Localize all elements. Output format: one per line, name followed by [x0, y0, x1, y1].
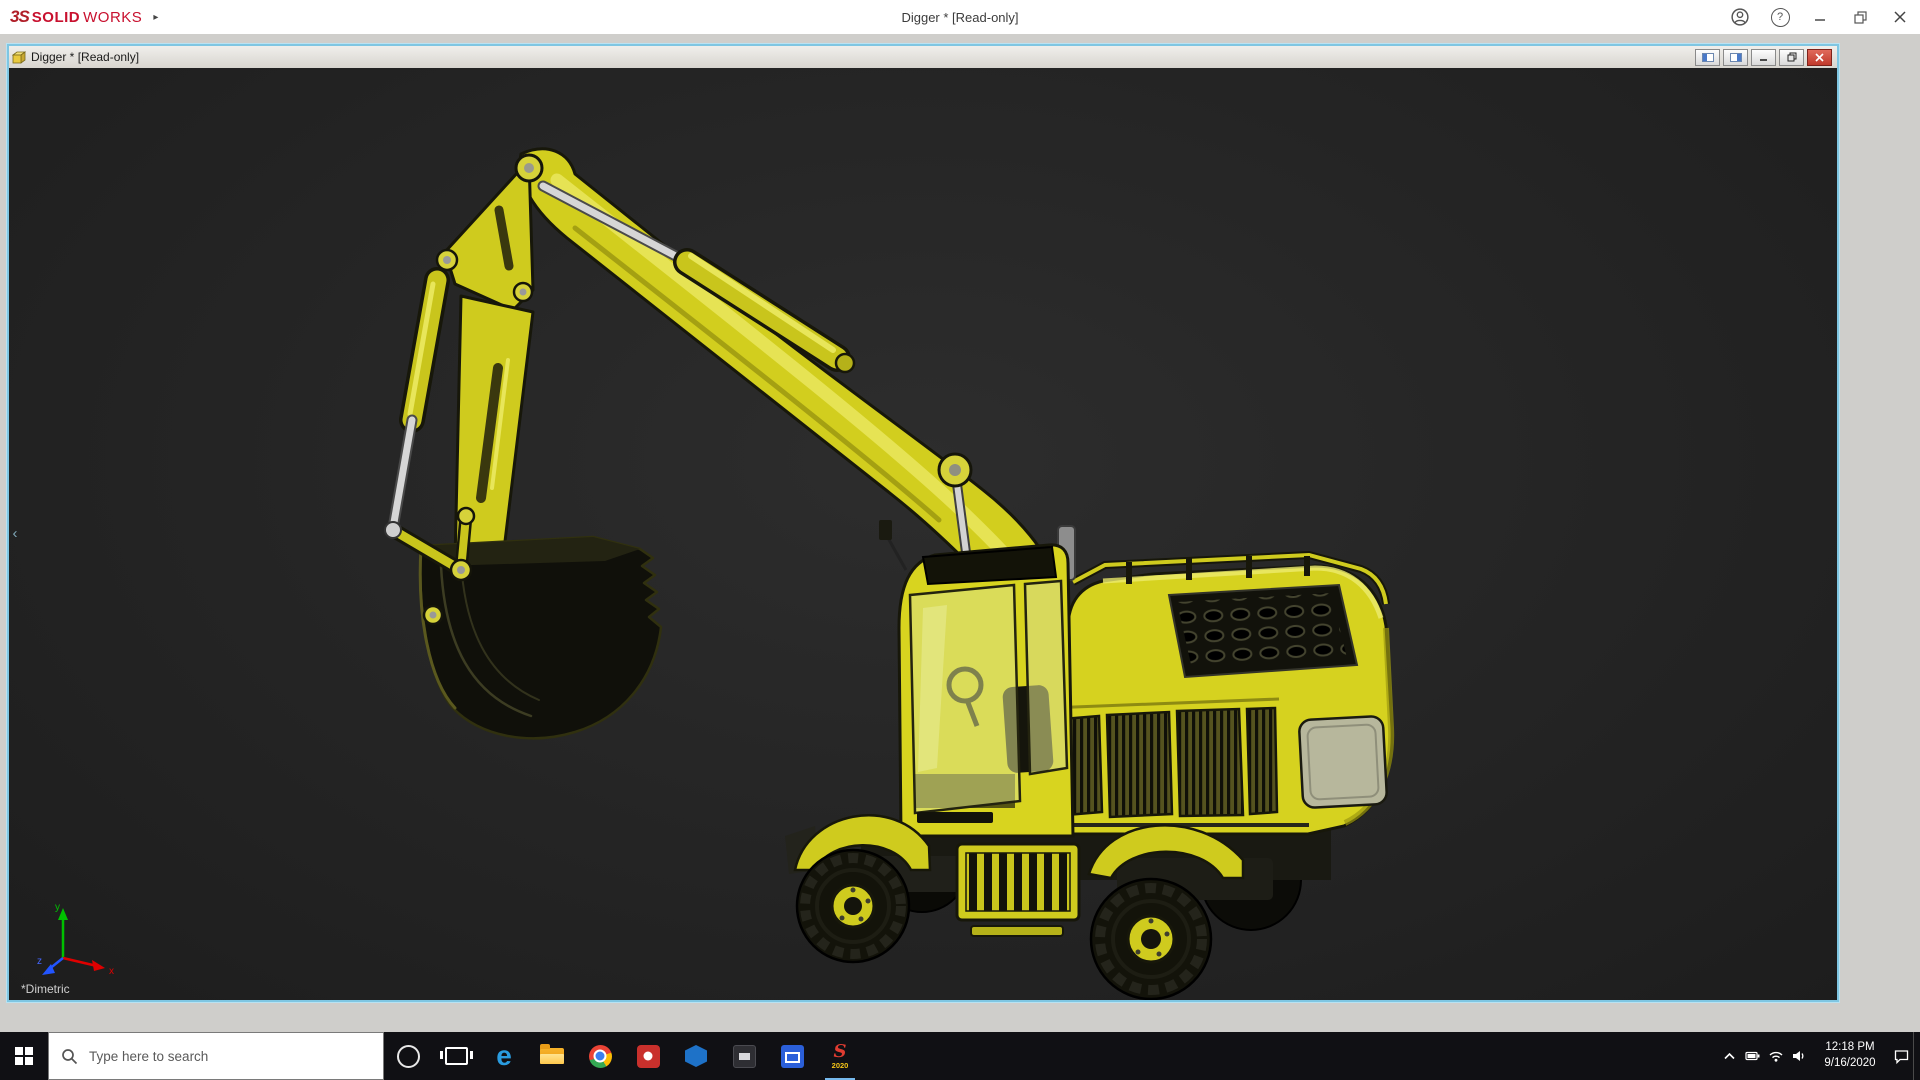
doc-minimize-button[interactable]	[1751, 49, 1776, 66]
battery-icon	[1745, 1048, 1761, 1064]
taskbar-item-edge[interactable]: e	[480, 1032, 528, 1080]
svg-text:y: y	[55, 902, 60, 913]
search-input[interactable]	[87, 1048, 361, 1065]
doc-restore-button[interactable]	[1779, 49, 1804, 66]
mirror	[879, 520, 892, 540]
doc-close-button[interactable]	[1807, 49, 1832, 66]
feature-tree-flyout-tab[interactable]: ‹	[9, 520, 21, 546]
user-icon	[1731, 8, 1749, 26]
network-button[interactable]	[1764, 1032, 1787, 1080]
taskbar-item-media-app[interactable]	[720, 1032, 768, 1080]
pane-right-icon	[1730, 53, 1742, 62]
pane-right-button[interactable]	[1723, 49, 1748, 66]
taskbar-item-cortana[interactable]	[384, 1032, 432, 1080]
clock-date: 9/16/2020	[1817, 1056, 1883, 1072]
chevron-up-icon	[1722, 1049, 1737, 1064]
close-icon	[1894, 11, 1906, 23]
action-center-button[interactable]	[1890, 1032, 1913, 1080]
orientation-triad: y x z	[35, 898, 127, 980]
dassault-app-icon	[637, 1045, 660, 1068]
taskbar-item-chrome[interactable]	[576, 1032, 624, 1080]
document-window: Digger * [Read-only]	[7, 44, 1839, 1002]
windows-logo-icon	[15, 1047, 33, 1065]
windows-taskbar: e S 2020	[0, 1032, 1920, 1080]
pane-left-button[interactable]	[1695, 49, 1720, 66]
taskbar-item-task-view[interactable]	[432, 1032, 480, 1080]
workspace: Digger * [Read-only]	[0, 34, 1920, 1032]
system-tray: 12:18 PM 9/16/2020	[1718, 1032, 1920, 1080]
excavator-model[interactable]	[9, 68, 1837, 1000]
menu-expander-icon[interactable]: ▸	[153, 12, 158, 23]
3ds-logo: 3S	[10, 7, 29, 27]
document-title: Digger * [Read-only]	[31, 50, 139, 64]
photos-app-icon	[781, 1045, 804, 1068]
upper-body	[879, 520, 1392, 836]
cab-roof	[923, 547, 1056, 584]
app-title: Digger * [Read-only]	[901, 10, 1018, 25]
search-icon	[61, 1048, 78, 1065]
task-view-icon	[445, 1047, 468, 1065]
edge-icon: e	[496, 1042, 512, 1070]
solidworks-logo: 3S SOLID WORKS ▸	[10, 7, 158, 27]
doc-close-icon	[1815, 53, 1824, 62]
battery-button[interactable]	[1741, 1032, 1764, 1080]
edrawings-icon	[685, 1045, 707, 1067]
app-titlebar: 3S SOLID WORKS ▸ Digger * [Read-only] ?	[0, 0, 1920, 35]
view-orientation-label: *Dimetric	[21, 982, 70, 996]
speaker-icon	[1791, 1048, 1807, 1064]
hidden-icons-button[interactable]	[1718, 1032, 1741, 1080]
solidworks-application: 3S SOLID WORKS ▸ Digger * [Read-only] ?	[0, 0, 1920, 1080]
taskbar-clock[interactable]: 12:18 PM 9/16/2020	[1810, 1040, 1890, 1071]
file-explorer-icon	[540, 1048, 564, 1064]
chrome-icon	[589, 1045, 612, 1068]
rear-window	[1299, 716, 1387, 808]
start-button[interactable]	[0, 1032, 48, 1080]
graphics-viewport[interactable]: y x z *Dimetric ‹	[9, 68, 1837, 1000]
solidworks-2020-icon: S 2020	[832, 1043, 849, 1070]
account-button[interactable]	[1720, 0, 1760, 34]
minimize-icon	[1814, 11, 1826, 23]
restore-icon	[1854, 11, 1867, 24]
volume-button[interactable]	[1787, 1032, 1810, 1080]
svg-text:x: x	[109, 966, 114, 977]
taskbar-item-edrawings[interactable]	[672, 1032, 720, 1080]
taskbar-item-photos-app[interactable]	[768, 1032, 816, 1080]
help-button[interactable]: ?	[1760, 0, 1800, 34]
cab	[879, 520, 1073, 836]
flyout-chevron-icon: ‹	[13, 525, 18, 542]
side-window	[1025, 581, 1067, 774]
window-controls: ?	[1720, 0, 1920, 34]
part-document-icon	[12, 50, 26, 64]
document-titlebar[interactable]: Digger * [Read-only]	[9, 46, 1837, 68]
doc-minimize-icon	[1759, 53, 1768, 62]
document-window-buttons	[1695, 49, 1832, 66]
restore-button[interactable]	[1840, 0, 1880, 34]
help-icon: ?	[1771, 8, 1790, 27]
doc-restore-icon	[1787, 52, 1797, 62]
taskbar-item-solidworks[interactable]: S 2020	[816, 1032, 864, 1080]
svg-text:z: z	[37, 956, 42, 967]
minimize-button[interactable]	[1800, 0, 1840, 34]
action-center-icon	[1893, 1048, 1910, 1065]
clock-time: 12:18 PM	[1817, 1040, 1883, 1056]
taskbar-item-dassault-app[interactable]	[624, 1032, 672, 1080]
media-app-icon	[733, 1045, 756, 1068]
wifi-icon	[1768, 1048, 1784, 1064]
brand-works: WORKS	[83, 9, 142, 26]
taskbar-item-file-explorer[interactable]	[528, 1032, 576, 1080]
brand-solid: SOLID	[32, 9, 80, 26]
show-desktop-button[interactable]	[1913, 1032, 1920, 1080]
pane-left-icon	[1702, 53, 1714, 62]
taskbar-search[interactable]	[48, 1032, 384, 1080]
cortana-icon	[397, 1045, 420, 1068]
close-button[interactable]	[1880, 0, 1920, 34]
